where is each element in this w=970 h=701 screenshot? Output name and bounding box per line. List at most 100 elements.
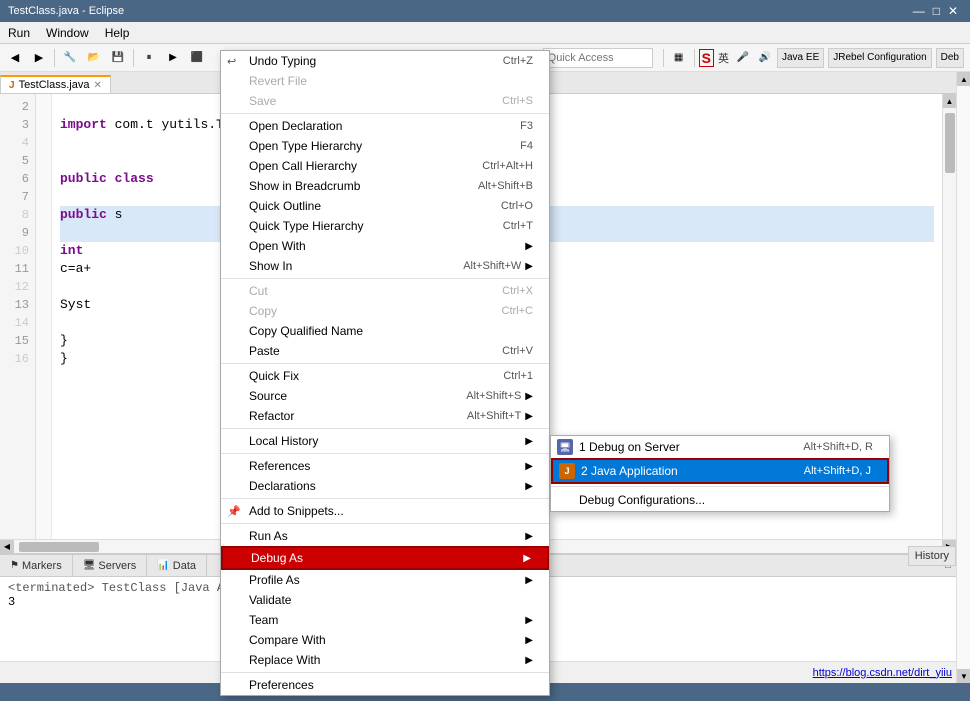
declarations-label: Declarations xyxy=(249,479,316,493)
undo-shortcut: Ctrl+Z xyxy=(503,55,533,67)
ctx-preferences[interactable]: Preferences xyxy=(221,675,549,695)
submenu-debug-config[interactable]: Debug Configurations... xyxy=(551,489,889,511)
ctx-save[interactable]: Save Ctrl+S xyxy=(221,91,549,111)
ctx-local-history[interactable]: Local History ▶ xyxy=(221,431,549,451)
quick-type-hier-label: Quick Type Hierarchy xyxy=(249,219,364,233)
source-label: Source xyxy=(249,389,287,403)
toolbar-lang-btn2[interactable]: 🔊 xyxy=(755,48,775,68)
cut-shortcut: Ctrl+X xyxy=(502,285,533,297)
toolbar-btn5[interactable]: ▶ xyxy=(162,47,184,69)
history-tab[interactable]: History xyxy=(908,546,956,566)
ctx-copy-qual[interactable]: Copy Qualified Name xyxy=(221,321,549,341)
undo-label: Undo Typing xyxy=(249,54,316,68)
toolbar-btn1[interactable]: 🔧 xyxy=(59,47,81,69)
ctx-copy[interactable]: Copy Ctrl+C xyxy=(221,301,549,321)
open-call-hier-label: Open Call Hierarchy xyxy=(249,159,357,173)
ctx-references[interactable]: References ▶ xyxy=(221,456,549,476)
debug-as-submenu: 🖥 1 Debug on Server Alt+Shift+D, R J 2 J… xyxy=(550,435,890,512)
ctx-declarations[interactable]: Declarations ▶ xyxy=(221,476,549,496)
java-file-icon: J xyxy=(9,80,15,91)
ctx-validate[interactable]: Validate xyxy=(221,590,549,610)
ctx-show-breadcrumb[interactable]: Show in Breadcrumb Alt+Shift+B xyxy=(221,176,549,196)
toolbar-btn2[interactable]: 📂 xyxy=(83,47,105,69)
toolbar-btn3[interactable]: 💾 xyxy=(107,47,129,69)
ctx-debug-as[interactable]: Debug As ▶ xyxy=(221,546,549,570)
submenu-java-app[interactable]: J 2 Java Application Alt+Shift+D, J xyxy=(551,458,889,484)
ctx-compare-with[interactable]: Compare With ▶ xyxy=(221,630,549,650)
ctx-quick-fix[interactable]: Quick Fix Ctrl+1 xyxy=(221,366,549,386)
lang-indicator: 英 xyxy=(718,50,729,66)
ctx-sep5 xyxy=(221,453,549,454)
submenu-debug-server[interactable]: 🖥 1 Debug on Server Alt+Shift+D, R xyxy=(551,436,889,458)
toolbar-btn4[interactable]: ⏸ xyxy=(138,47,160,69)
editor-tab-testclass[interactable]: J TestClass.java ✕ xyxy=(0,75,111,93)
console-tab-data[interactable]: 📊 Data xyxy=(147,555,207,576)
snippets-icon: 📌 xyxy=(227,505,241,518)
revert-label: Revert File xyxy=(249,74,307,88)
ctx-show-in[interactable]: Show In Alt+Shift+W ▶ xyxy=(221,256,549,276)
debug-config-label: Debug Configurations... xyxy=(579,493,705,507)
hscroll-thumb[interactable] xyxy=(19,542,99,552)
ctx-quick-outline[interactable]: Quick Outline Ctrl+O xyxy=(221,196,549,216)
open-call-hier-shortcut: Ctrl+Alt+H xyxy=(482,160,533,172)
hscroll-left[interactable]: ◀ xyxy=(0,540,14,554)
maximize-button[interactable]: □ xyxy=(929,4,944,18)
ctx-run-as[interactable]: Run As ▶ xyxy=(221,526,549,546)
ctx-sep4 xyxy=(221,428,549,429)
perspective-jrebel-btn[interactable]: JRebel Configuration xyxy=(828,48,931,68)
submenu-sep1 xyxy=(551,486,889,487)
perspective-deb-btn[interactable]: Deb xyxy=(936,48,964,68)
ctx-cut[interactable]: Cut Ctrl+X xyxy=(221,281,549,301)
show-in-label: Show In xyxy=(249,259,292,273)
ctx-open-type-hier[interactable]: Open Type Hierarchy F4 xyxy=(221,136,549,156)
menu-item-run[interactable]: Run xyxy=(0,24,38,42)
close-button[interactable]: ✕ xyxy=(944,4,962,18)
console-tab-servers[interactable]: 🖥 Servers xyxy=(73,555,148,576)
compare-with-label: Compare With xyxy=(249,633,326,647)
url-link[interactable]: https://blog.csdn.net/dirt_yiiu xyxy=(813,667,952,679)
scroll-up-btn[interactable]: ▲ xyxy=(943,94,957,108)
toolbar-lang-btn1[interactable]: 🎤 xyxy=(733,48,753,68)
console-tab-markers[interactable]: ⚑ Markers xyxy=(0,555,73,576)
paste-label: Paste xyxy=(249,344,280,358)
copy-label: Copy xyxy=(249,304,277,318)
ctx-undo[interactable]: ↩ Undo Typing Ctrl+Z xyxy=(221,51,549,71)
right-panel: ▲ ▼ xyxy=(956,72,970,683)
right-panel-top-btn[interactable]: ▲ xyxy=(957,72,970,86)
debug-server-label: 1 Debug on Server xyxy=(579,440,680,454)
ctx-quick-type-hier[interactable]: Quick Type Hierarchy Ctrl+T xyxy=(221,216,549,236)
java-app-icon: J xyxy=(559,463,575,479)
ctx-open-decl[interactable]: Open Declaration F3 xyxy=(221,116,549,136)
quick-access-input[interactable] xyxy=(548,52,648,64)
title-bar: TestClass.java - Eclipse — □ ✕ xyxy=(0,0,970,22)
editor-scrollbar[interactable]: ▲ ▼ xyxy=(942,94,956,553)
ctx-source[interactable]: Source Alt+Shift+S ▶ xyxy=(221,386,549,406)
refactor-shortcut: Alt+Shift+T xyxy=(467,410,521,422)
toolbar-btn6[interactable]: ⬛ xyxy=(186,47,208,69)
context-menu: ↩ Undo Typing Ctrl+Z Revert File Save Ct… xyxy=(220,50,550,696)
menu-item-help[interactable]: Help xyxy=(97,24,138,42)
perspective-grid-btn[interactable]: ▦ xyxy=(668,47,690,69)
ctx-profile-as[interactable]: Profile As ▶ xyxy=(221,570,549,590)
source-shortcut: Alt+Shift+S xyxy=(466,390,521,402)
ctx-refactor[interactable]: Refactor Alt+Shift+T ▶ xyxy=(221,406,549,426)
tab-close-icon[interactable]: ✕ xyxy=(93,80,101,91)
open-with-label: Open With xyxy=(249,239,306,253)
perspective-javaeee-btn[interactable]: Java EE xyxy=(777,48,824,68)
back-button[interactable]: ◀ xyxy=(4,47,26,69)
minimize-button[interactable]: — xyxy=(909,4,929,18)
ctx-revert[interactable]: Revert File xyxy=(221,71,549,91)
references-label: References xyxy=(249,459,310,473)
history-label: History xyxy=(915,550,949,562)
forward-button[interactable]: ▶ xyxy=(28,47,50,69)
ctx-open-with[interactable]: Open With ▶ xyxy=(221,236,549,256)
ctx-team[interactable]: Team ▶ xyxy=(221,610,549,630)
scroll-thumb[interactable] xyxy=(945,113,955,173)
ctx-add-snippets[interactable]: 📌 Add to Snippets... xyxy=(221,501,549,521)
ctx-replace-with[interactable]: Replace With ▶ xyxy=(221,650,549,670)
right-panel-bot-btn[interactable]: ▼ xyxy=(957,669,970,683)
ctx-paste[interactable]: Paste Ctrl+V xyxy=(221,341,549,361)
menu-item-window[interactable]: Window xyxy=(38,24,97,42)
scroll-track[interactable] xyxy=(943,108,957,539)
ctx-open-call-hier[interactable]: Open Call Hierarchy Ctrl+Alt+H xyxy=(221,156,549,176)
